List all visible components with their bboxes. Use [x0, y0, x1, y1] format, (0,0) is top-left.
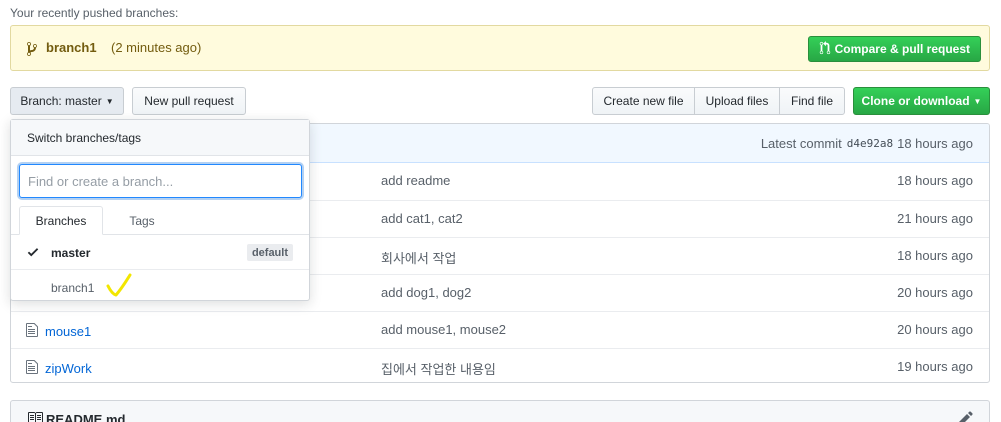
yellow-checkmark-annotation [105, 272, 135, 301]
commit-sha-link[interactable]: d4e92a8 [847, 137, 893, 150]
branch-item-label: branch1 [51, 281, 95, 295]
file-row: mouse1 add mouse1, mouse2 20 hours ago [11, 311, 989, 348]
caret-down-icon: ▼ [973, 96, 982, 106]
commit-age: 20 hours ago [897, 322, 973, 337]
upload-files-button[interactable]: Upload files [694, 87, 780, 115]
commit-age: 18 hours ago [897, 248, 973, 263]
caret-down-icon: ▼ [105, 96, 114, 106]
latest-commit-label: Latest commit [760, 135, 842, 151]
commit-message-link[interactable]: add mouse1, mouse2 [381, 322, 506, 337]
file-name-link[interactable]: zipWork [45, 361, 92, 376]
commit-message-link[interactable]: add cat1, cat2 [381, 211, 463, 226]
recently-pushed-banner: branch1 (2 minutes ago) Compare & pull r… [10, 25, 990, 71]
branch-item-master[interactable]: master default [11, 235, 309, 270]
pushed-branch-time: (2 minutes ago) [111, 40, 202, 55]
dropdown-title: Switch branches/tags [11, 120, 309, 156]
pull-request-icon [819, 40, 831, 58]
file-entry: zipWork [26, 359, 92, 378]
commit-age: 18 hours ago [897, 135, 973, 151]
branch-item-label: master [51, 246, 91, 260]
recent-branches-title: Your recently pushed branches: [10, 6, 179, 20]
tab-tags[interactable]: Tags [103, 206, 181, 235]
branch-filter-input[interactable] [19, 164, 302, 198]
file-actions-group: Create new file Upload files Find file [592, 87, 845, 115]
new-pull-request-button[interactable]: New pull request [132, 87, 246, 115]
check-icon [27, 245, 39, 262]
pushed-branch-name[interactable]: branch1 [46, 40, 97, 55]
commit-age: 20 hours ago [897, 285, 973, 300]
file-entry: mouse1 [26, 322, 91, 341]
commit-age: 21 hours ago [897, 211, 973, 226]
compare-button-label: Compare & pull request [834, 42, 970, 56]
commit-age: 18 hours ago [897, 173, 973, 188]
branch-select-label: Branch: master [20, 94, 102, 108]
file-icon [26, 322, 38, 341]
readme-filename: README.md [46, 412, 126, 422]
git-branch-icon [27, 41, 39, 60]
commit-message-link[interactable]: add dog1, dog2 [381, 285, 471, 300]
branch-switcher-dropdown: Switch branches/tags Branches Tags maste… [10, 119, 310, 301]
create-new-file-button[interactable]: Create new file [592, 87, 695, 115]
compare-pull-request-button[interactable]: Compare & pull request [807, 36, 981, 62]
readme-header: README.md [10, 400, 990, 422]
pencil-icon[interactable] [959, 410, 973, 422]
default-badge: default [246, 244, 293, 261]
commit-age: 19 hours ago [897, 359, 973, 374]
commit-message-link[interactable]: add readme [381, 173, 450, 188]
file-row: zipWork 집에서 작업한 내용임 19 hours ago [11, 348, 989, 382]
find-file-button[interactable]: Find file [779, 87, 845, 115]
commit-message-link[interactable]: 집에서 작업한 내용임 [381, 359, 496, 378]
clone-button-label: Clone or download [861, 94, 970, 108]
clone-or-download-button[interactable]: Clone or download ▼ [853, 87, 990, 115]
branch-tag-tabs: Branches Tags [11, 206, 309, 235]
branch-select-button[interactable]: Branch: master ▼ [10, 87, 124, 115]
file-name-link[interactable]: mouse1 [45, 324, 91, 339]
commit-message-link[interactable]: 회사에서 작업 [381, 248, 456, 267]
tab-branches[interactable]: Branches [19, 206, 103, 235]
file-icon [26, 359, 38, 378]
branch-item-branch1[interactable]: branch1 [11, 270, 309, 305]
book-icon [27, 410, 43, 422]
